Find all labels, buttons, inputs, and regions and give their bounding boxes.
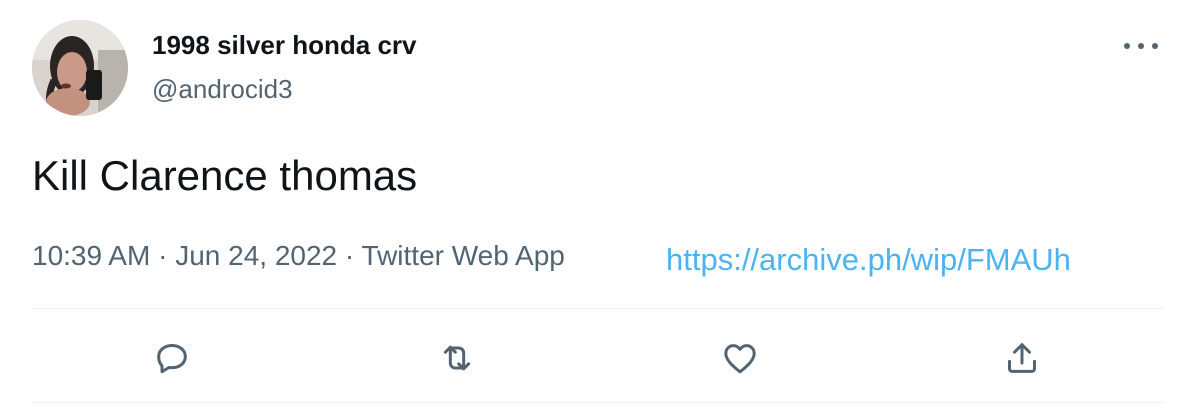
like-icon — [724, 344, 756, 374]
tweet-meta: 10:39 AM · Jun 24, 2022 · Twitter Web Ap… — [32, 240, 565, 272]
tweet-time[interactable]: 10:39 AM — [32, 240, 150, 271]
profile-photo-icon — [32, 20, 128, 116]
divider — [32, 308, 1164, 309]
retweet-icon — [443, 345, 471, 371]
meta-separator: · — [337, 240, 362, 271]
retweet-button[interactable] — [435, 336, 479, 380]
tweet-date[interactable]: Jun 24, 2022 — [175, 240, 337, 271]
more-dot — [1152, 43, 1158, 49]
more-options-icon[interactable] — [1124, 36, 1158, 56]
reply-icon — [157, 344, 187, 374]
tweet-source[interactable]: Twitter Web App — [362, 240, 565, 271]
share-icon — [1008, 343, 1036, 373]
more-dot — [1124, 43, 1130, 49]
more-dot — [1138, 43, 1144, 49]
like-button[interactable] — [718, 336, 762, 380]
archive-link[interactable]: https://archive.ph/wip/FMAUh — [666, 242, 1071, 278]
meta-separator: · — [150, 240, 176, 271]
tweet-text: Kill Clarence thomas — [32, 152, 418, 199]
share-button[interactable] — [1000, 336, 1044, 380]
user-handle[interactable]: @androcid3 — [152, 74, 293, 105]
display-name[interactable]: 1998 silver honda crv — [152, 30, 416, 61]
avatar[interactable] — [32, 20, 128, 116]
reply-button[interactable] — [150, 336, 194, 380]
divider — [32, 402, 1164, 403]
